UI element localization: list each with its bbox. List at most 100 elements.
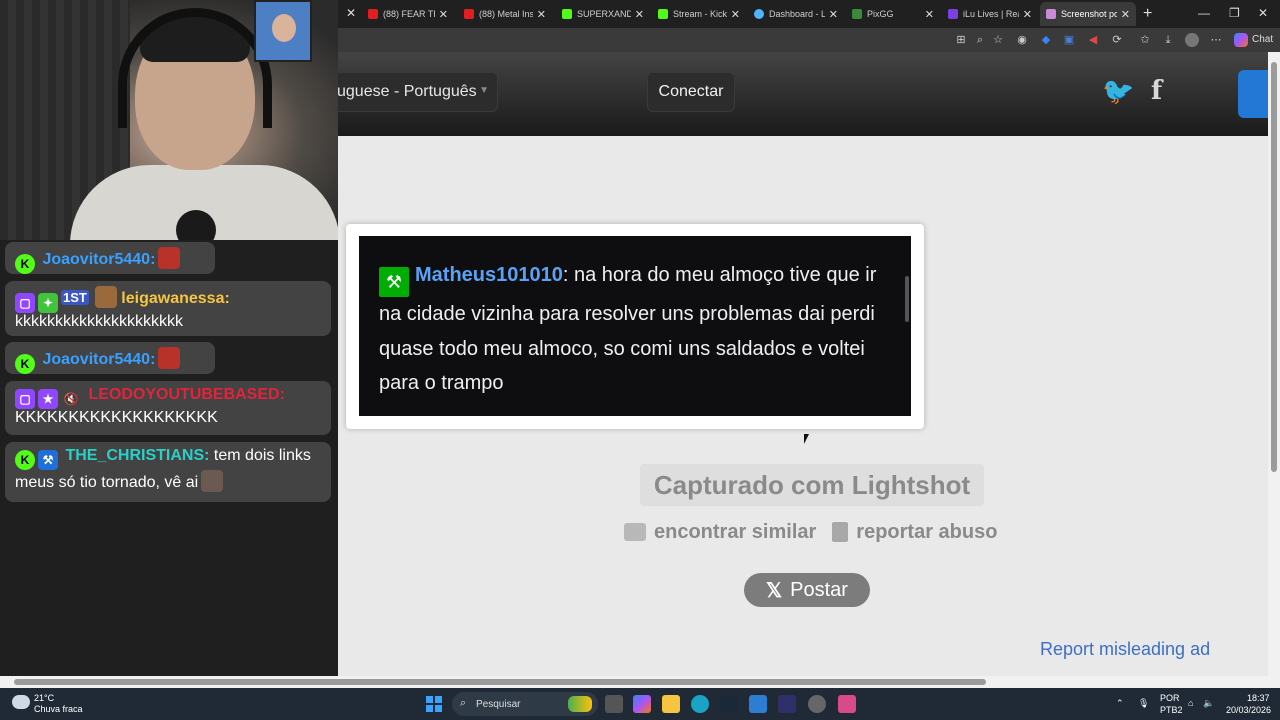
post-label: Postar [790,578,848,601]
close-icon[interactable]: ✕ [731,8,740,21]
twitch-badge-icon: ▢ [15,293,35,313]
close-icon[interactable]: ✕ [439,8,448,21]
tab-pixgg[interactable]: PixGG ✕ [846,2,940,26]
clock-date[interactable]: 20/03/2026 [1226,705,1271,715]
tab-ilu-lives[interactable]: iLu Lives | React ✕ [942,2,1038,26]
shield-icon[interactable]: ◆ [1039,33,1053,47]
lightshot-icon [1046,9,1056,19]
chat-label[interactable]: Chat [1252,34,1273,45]
close-icon[interactable]: ✕ [635,8,644,21]
close-icon[interactable]: ✕ [925,8,934,21]
chat-message: ▢ ★ 🔇 LEODOYOUTUBEBASED: KKKKKKKKKKKKKKKKK… [5,381,331,435]
horizontal-scroll-thumb[interactable] [14,679,986,685]
extension-icon[interactable]: ◉ [1015,33,1029,47]
tab-dashboard[interactable]: Dashboard - Liv ✕ [748,2,844,26]
close-icon[interactable]: ✕ [1023,8,1032,21]
screenshot-image[interactable]: ⚒ Matheus101010: na hora do meu almoço ti… [359,236,911,416]
restore-icon[interactable]: ❐ [1229,6,1240,20]
lightshot-page: ⚒ Matheus101010: na hora do meu almoço ti… [338,136,1268,676]
mute-tab-icon[interactable]: ◀ [1086,33,1100,47]
favorites-icon[interactable]: ✩ [1138,33,1152,47]
tab-stream-kick[interactable]: Stream - Kick Da ✕ [652,2,746,26]
minimize-icon[interactable]: — [1198,6,1210,20]
volume-icon[interactable]: 🔈 [1203,698,1214,709]
edge-icon[interactable] [691,695,709,713]
copilot-app-icon[interactable] [633,695,651,713]
chat-username: Joaovitor5440: [42,351,156,368]
horizontal-scrollbar[interactable] [0,676,1280,688]
keyboard-language[interactable]: POR [1160,693,1180,703]
app-icon[interactable] [838,695,856,713]
task-view-icon[interactable] [605,695,623,713]
keyboard-layout[interactable]: PTB2 [1160,705,1183,715]
weather-temperature[interactable]: 21°C [34,693,54,703]
x-logo-icon: 𝕏 [766,579,783,602]
new-tab-icon[interactable]: + [1143,5,1152,23]
network-icon[interactable]: ⌂ [1188,698,1193,708]
emote-icon [158,247,181,269]
chat-message: K Joaovitor5440: [5,242,215,274]
tray-overflow-icon[interactable]: ⌃ [1116,698,1124,709]
chat-text: KKKKKKKKKKKKKKKKKKK [15,409,218,426]
download-icon[interactable]: ⤓ [1161,33,1175,47]
poster [254,0,312,62]
steam-icon[interactable] [720,695,738,713]
tab-metal-instru[interactable]: (88) Metal Instru ✕ [458,2,552,26]
translate-icon[interactable]: ▣ [1062,33,1076,47]
vertical-scrollbar[interactable] [1268,52,1280,676]
taskbar-search[interactable]: ⌕ Pesquisar [452,692,598,716]
weather-cloud-icon[interactable] [12,695,30,709]
kick-badge-icon: K [15,254,35,274]
post-button[interactable]: 𝕏 Postar [744,573,870,607]
connect-button[interactable]: Conectar [647,72,735,112]
facebook-icon[interactable]: f [1151,76,1162,106]
app-icon[interactable] [749,695,767,713]
app-available-icon[interactable]: ⊞ [954,33,968,47]
weather-description[interactable]: Chuva fraca [34,704,83,714]
window-close-icon[interactable]: ✕ [1258,6,1268,20]
twitch-badge-icon: ▢ [15,389,35,409]
file-explorer-icon[interactable] [662,695,680,713]
report-abuse-link[interactable]: reportar abuso [856,521,997,544]
emote-icon [201,470,224,492]
tab-close-icon[interactable]: ✕ [346,6,356,20]
vertical-scroll-thumb[interactable] [1271,62,1277,472]
app-icon[interactable] [808,695,826,713]
tab-superxandao[interactable]: SUPERXANDAO ✕ [556,2,650,26]
chat-message: ▢ ✦ 1ST leigawanessa: kkkkkkkkkkkkkkkkkkkk… [5,281,331,336]
chat-message: K Joaovitor5440: [5,342,215,374]
screenshot-scrollbar [905,276,909,322]
microphone-icon[interactable]: 🎙 [1138,698,1149,709]
refresh-icon[interactable]: ⟳ [1110,33,1124,47]
favorite-star-icon[interactable]: ☆ [991,33,1005,47]
copilot-icon[interactable] [1234,33,1248,47]
captured-with-lightshot[interactable]: Capturado com Lightshot [640,464,984,506]
search-highlight-icon [568,696,592,712]
find-similar-link[interactable]: encontrar similar [654,521,816,544]
language-select[interactable]: uguese - Português ▼ [328,72,498,112]
emote-icon [94,286,117,308]
chat-username: THE_CHRISTIANS: [65,447,210,464]
close-icon[interactable]: ✕ [829,8,838,21]
headset [118,8,272,128]
tab-screenshot-lightshot[interactable]: Screenshot por L ✕ [1040,2,1136,26]
zoom-icon[interactable]: ⌕ [973,33,987,47]
pickaxe-badge-icon: ⚒ [38,450,58,470]
close-icon[interactable]: ✕ [537,8,546,21]
chat-text: kkkkkkkkkkkkkkkkkkkkk [15,313,183,330]
tab-fear-the-d[interactable]: (88) FEAR THE D ✕ [362,2,454,26]
obs-icon[interactable] [778,695,796,713]
twitter-icon[interactable]: 🐦 [1102,76,1134,107]
clock-time[interactable]: 18:37 [1247,693,1270,703]
sub-badge-icon: ✦ [38,293,58,313]
screenshot-username: Matheus101010 [415,264,563,286]
screenshot-card: ⚒ Matheus101010: na hora do meu almoço ti… [346,224,924,429]
close-icon[interactable]: ✕ [1121,8,1130,21]
windows-start-icon[interactable] [426,696,442,712]
globe-icon [754,9,764,19]
more-menu-icon[interactable]: ⋯ [1209,33,1223,47]
star-badge-icon: ★ [38,389,58,409]
report-misleading-ad-link[interactable]: Report misleading ad [1040,639,1210,660]
windows-taskbar: 21°C Chuva fraca ⌕ Pesquisar ⌃ 🎙 POR PTB… [0,688,1280,720]
profile-avatar-icon[interactable] [1185,33,1199,47]
